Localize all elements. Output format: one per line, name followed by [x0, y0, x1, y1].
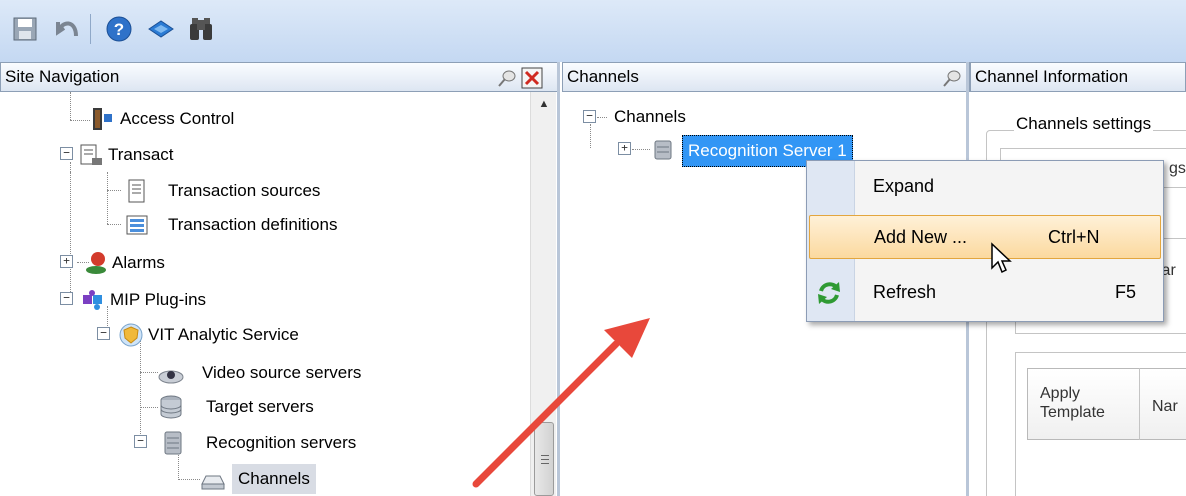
- thumb-grip: [541, 463, 549, 464]
- menu-item-label: Refresh: [873, 282, 937, 302]
- tree-item-label: Transaction definitions: [168, 215, 338, 234]
- tree-item-label: VIT Analytic Service: [148, 325, 299, 344]
- tree-item-vit-analytic-service[interactable]: VIT Analytic Service: [0, 320, 520, 350]
- shield-icon: [119, 323, 143, 347]
- server-icon: [654, 140, 672, 160]
- refresh-icon: [818, 282, 840, 304]
- thumb-grip: [541, 455, 549, 456]
- menu-item-add-new[interactable]: Add New ... Ctrl+N: [809, 215, 1161, 259]
- scroll-thumb[interactable]: [534, 422, 554, 496]
- tree-item-channels[interactable]: Channels: [0, 464, 520, 494]
- expand-icon[interactable]: +: [618, 142, 631, 155]
- menu-item-refresh[interactable]: Refresh F5: [809, 271, 1161, 315]
- vertical-scrollbar[interactable]: ▲: [530, 92, 556, 496]
- tree-item-label: Transact: [108, 145, 174, 164]
- tree-item-access-control[interactable]: Access Control: [0, 104, 520, 134]
- tree-item-label: Transaction sources: [168, 181, 321, 200]
- tree-item-label: Alarms: [112, 253, 165, 272]
- channel-information-header: Channel Information: [970, 62, 1186, 92]
- toolbar: ?: [0, 0, 1186, 62]
- grid-column-name[interactable]: Nar: [1152, 397, 1178, 416]
- grid-column-separator: [1139, 368, 1140, 440]
- grid-column-apply-template[interactable]: Apply Template: [1040, 384, 1130, 422]
- thumb-grip: [541, 459, 549, 460]
- panel-divider: [557, 62, 560, 496]
- site-navigation-title: Site Navigation: [5, 67, 120, 86]
- layers-icon[interactable]: [146, 14, 176, 44]
- channels-title: Channels: [567, 67, 639, 86]
- tree-line: [590, 124, 591, 148]
- alarm-icon: [86, 252, 106, 274]
- tree-item-recognition-servers[interactable]: Recognition servers: [0, 428, 520, 458]
- menu-item-expand[interactable]: Expand: [809, 165, 1161, 209]
- access-control-icon: [93, 108, 112, 130]
- transact-icon: [80, 144, 102, 165]
- site-navigation-header: Site Navigation: [0, 62, 560, 92]
- tree-item-alarms[interactable]: Alarms: [0, 248, 520, 278]
- tree-item-label: Target servers: [206, 397, 314, 416]
- channels-settings-legend: Channels settings: [1014, 114, 1154, 134]
- transaction-definition-icon: [126, 215, 148, 235]
- channels-header: Channels: [562, 62, 970, 92]
- tree-item-transaction-definitions[interactable]: Transaction definitions: [0, 210, 520, 240]
- mouse-cursor-icon: [991, 242, 1012, 274]
- svg-text:?: ?: [114, 20, 124, 39]
- tree-item-transaction-sources[interactable]: Transaction sources: [0, 176, 520, 206]
- tree-item-transact[interactable]: Transact: [0, 140, 520, 170]
- template-grid-header: Apply Template Nar: [1027, 368, 1186, 440]
- menu-item-label: Expand: [873, 176, 935, 196]
- tree-item-label: Video source servers: [202, 363, 362, 382]
- server-icon: [164, 431, 182, 455]
- transaction-source-icon: [128, 179, 145, 203]
- tree-item-target-servers[interactable]: Target servers: [0, 392, 520, 422]
- tree-line: [140, 340, 141, 442]
- binoculars-icon[interactable]: [186, 14, 216, 44]
- camera-server-icon: [158, 370, 184, 384]
- scroll-up-arrow-icon[interactable]: ▲: [531, 92, 557, 116]
- close-icon[interactable]: [521, 67, 543, 89]
- pin-icon[interactable]: [496, 67, 518, 89]
- menu-item-shortcut: F5: [1115, 282, 1137, 302]
- tree-item-label: Channels: [614, 107, 686, 126]
- collapse-icon[interactable]: −: [583, 110, 596, 123]
- menu-item-shortcut: Ctrl+N: [1048, 227, 1100, 247]
- context-menu: Expand Add New ... Ctrl+N Refresh F5: [806, 160, 1164, 322]
- tree-item-label: Recognition servers: [206, 433, 357, 452]
- tree-item-mip-plugins[interactable]: MIP Plug-ins: [0, 285, 520, 315]
- tree-item-label: Access Control: [120, 109, 235, 128]
- help-icon[interactable]: ?: [104, 14, 134, 44]
- tree-item-channels-root[interactable]: Channels: [608, 102, 908, 132]
- menu-item-label: Add New ...: [874, 227, 968, 247]
- channel-information-title: Channel Information: [975, 67, 1129, 86]
- pin-icon[interactable]: [941, 67, 963, 89]
- drive-icon: [201, 475, 225, 490]
- tree-line: [632, 149, 650, 150]
- tab-label-fragment: gs: [1169, 160, 1186, 177]
- tree-item-label: MIP Plug-ins: [110, 290, 207, 309]
- tree-item-video-source-servers[interactable]: Video source servers: [0, 358, 520, 388]
- save-icon[interactable]: [10, 14, 40, 44]
- toolbar-separator: [90, 14, 91, 44]
- tree-item-label: Channels: [232, 464, 316, 494]
- undo-icon[interactable]: [52, 14, 82, 44]
- puzzle-icon: [83, 290, 102, 310]
- database-icon: [160, 395, 182, 419]
- tree-line: [597, 117, 607, 118]
